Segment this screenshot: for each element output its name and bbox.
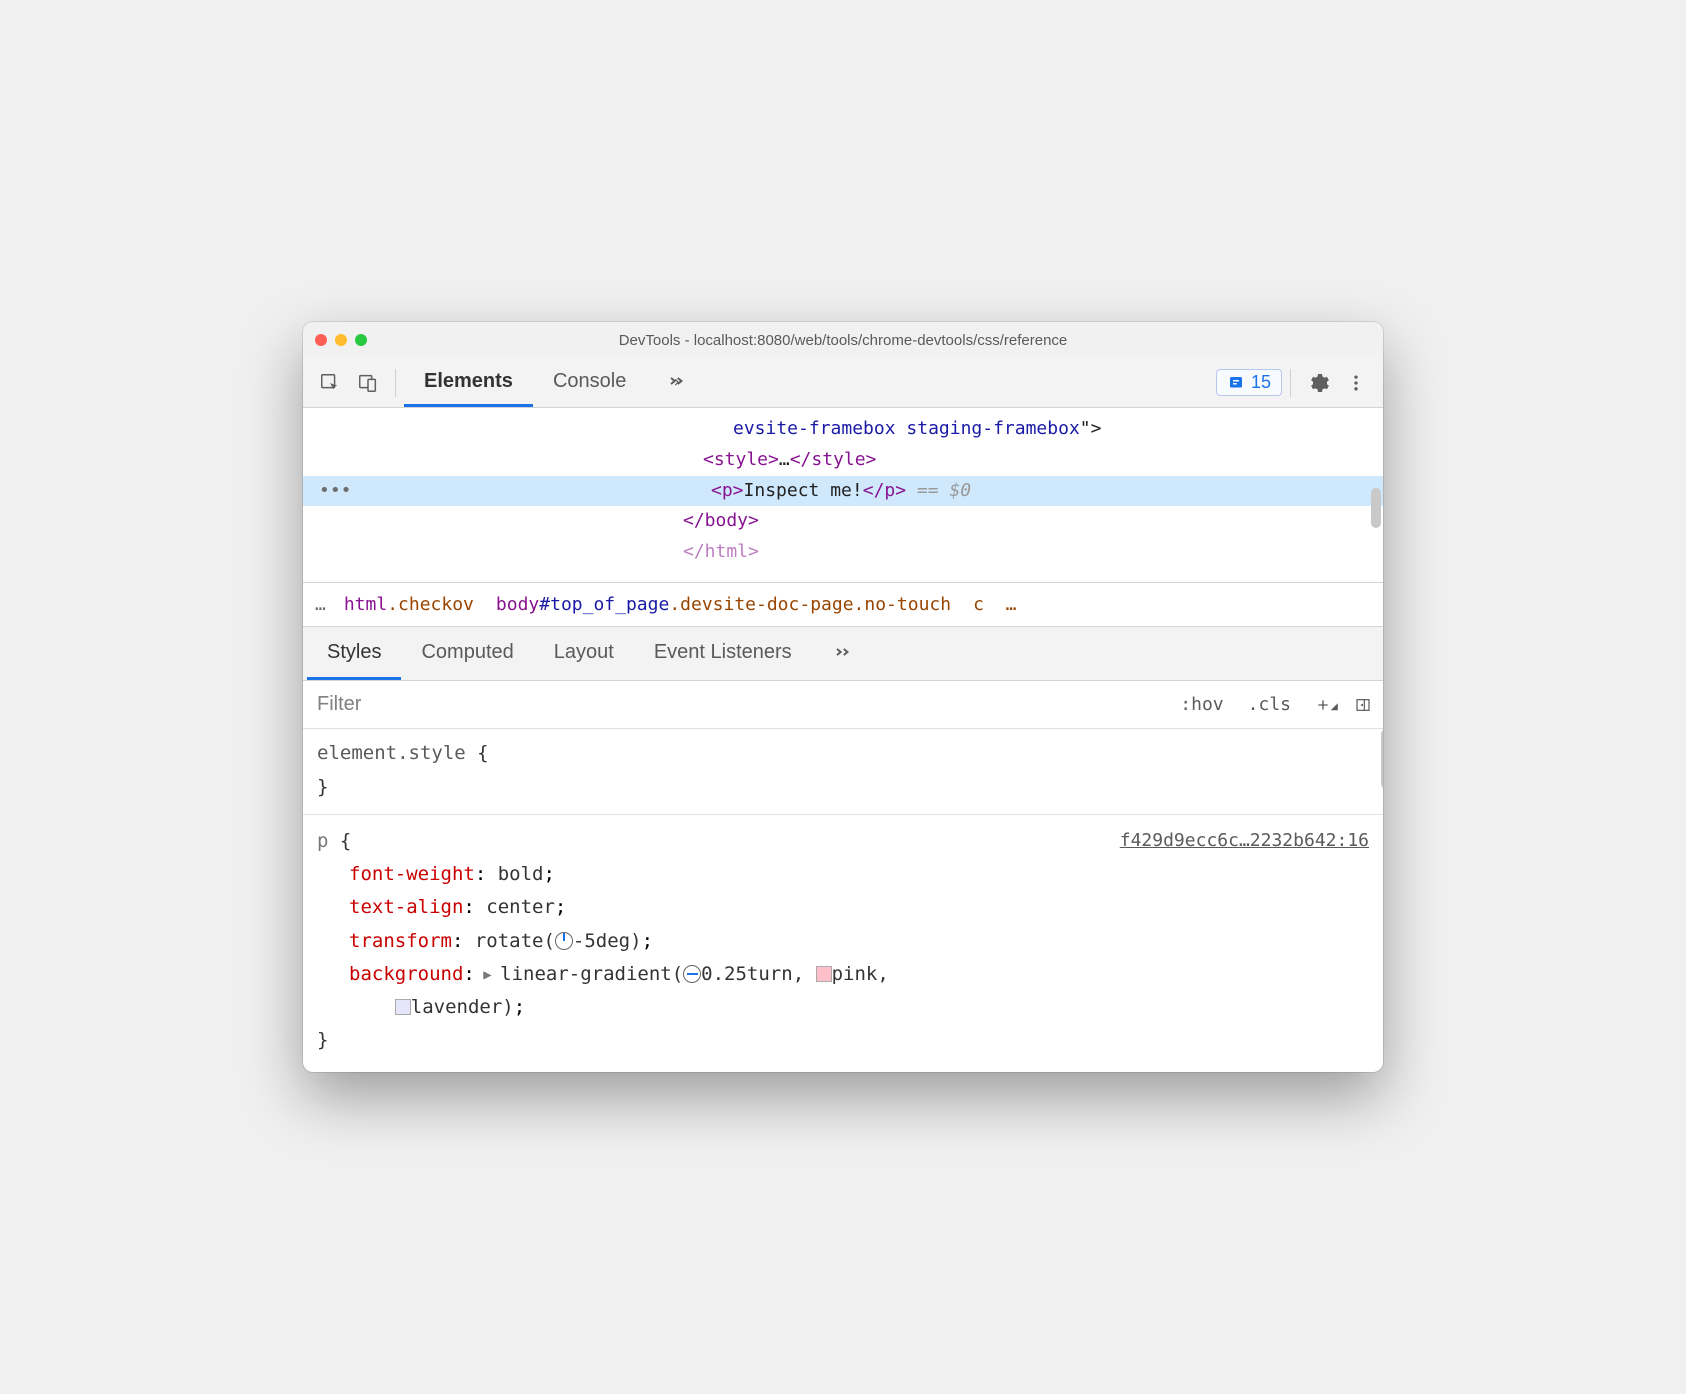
angle-swatch-icon[interactable] xyxy=(683,965,701,983)
styles-filter-input[interactable] xyxy=(303,681,1168,728)
subtab-event-listeners[interactable]: Event Listeners xyxy=(634,627,812,680)
scrollbar-thumb[interactable] xyxy=(1371,488,1381,528)
styles-pane: element.style { } f429d9ecc6c…2232b642:1… xyxy=(303,729,1383,1071)
declaration[interactable]: font-weight: bold; xyxy=(317,858,1369,891)
scrollbar-thumb[interactable] xyxy=(1381,729,1383,789)
subtab-styles[interactable]: Styles xyxy=(307,627,401,680)
color-swatch-icon[interactable] xyxy=(816,966,832,982)
dom-line[interactable]: </body> xyxy=(303,506,1383,537)
dom-tree-panel[interactable]: evsite-framebox staging-framebox"> <styl… xyxy=(303,408,1383,583)
style-rule[interactable]: f429d9ecc6c…2232b642:16 p { font-weight:… xyxy=(317,825,1369,1058)
styles-filter-row: :hov .cls xyxy=(303,681,1383,729)
hov-toggle[interactable]: :hov xyxy=(1168,694,1235,715)
issues-badge[interactable]: 15 xyxy=(1216,369,1282,396)
dom-line-selected[interactable]: •••<p>Inspect me!</p> == $0 xyxy=(303,476,1383,507)
subtab-overflow[interactable] xyxy=(812,627,874,680)
issues-count: 15 xyxy=(1251,372,1271,393)
expand-ellipsis-icon[interactable]: ••• xyxy=(303,476,355,507)
cls-toggle[interactable]: .cls xyxy=(1236,694,1303,715)
dom-line[interactable]: <style>…</style> xyxy=(303,445,1383,476)
maximize-window-button[interactable] xyxy=(355,334,367,346)
new-style-rule-icon[interactable] xyxy=(1303,695,1343,715)
dom-breadcrumb: … html.checkov body#top_of_page.devsite-… xyxy=(303,583,1383,627)
subtab-computed[interactable]: Computed xyxy=(401,627,533,680)
style-rule-inline[interactable]: element.style { } xyxy=(317,737,1369,804)
angle-swatch-icon[interactable] xyxy=(555,932,573,950)
toolbar-divider xyxy=(395,369,396,397)
traffic-lights xyxy=(315,334,367,346)
breadcrumb-overflow-right[interactable]: c … xyxy=(973,594,1016,615)
breadcrumb-overflow-left[interactable]: … xyxy=(315,594,326,615)
expand-arrow-icon[interactable]: ▶ xyxy=(475,967,500,983)
toolbar-divider xyxy=(1290,369,1291,397)
tab-console[interactable]: Console xyxy=(533,358,646,407)
dom-line[interactable]: </html> xyxy=(303,537,1383,568)
declaration[interactable]: text-align: center; xyxy=(317,891,1369,924)
devtools-window: DevTools - localhost:8080/web/tools/chro… xyxy=(303,322,1383,1071)
subtab-layout[interactable]: Layout xyxy=(534,627,634,680)
window-title: DevTools - localhost:8080/web/tools/chro… xyxy=(303,332,1383,349)
device-toggle-icon[interactable] xyxy=(349,364,387,402)
styles-subtabs: Styles Computed Layout Event Listeners xyxy=(303,627,1383,681)
breadcrumb-item-body[interactable]: body#top_of_page.devsite-doc-page.no-tou… xyxy=(496,594,951,615)
tab-overflow[interactable] xyxy=(646,358,708,407)
rule-source-link[interactable]: f429d9ecc6c…2232b642:16 xyxy=(1120,825,1369,857)
computed-styles-sidebar-icon[interactable] xyxy=(1343,695,1383,715)
close-window-button[interactable] xyxy=(315,334,327,346)
declaration[interactable]: background: ▶ linear-gradient(0.25turn, … xyxy=(317,958,1369,1025)
declaration[interactable]: transform: rotate(-5deg); xyxy=(317,925,1369,958)
breadcrumb-item-html[interactable]: html.checkov xyxy=(344,594,474,615)
minimize-window-button[interactable] xyxy=(335,334,347,346)
window-titlebar: DevTools - localhost:8080/web/tools/chro… xyxy=(303,322,1383,358)
rule-separator xyxy=(303,814,1383,815)
more-menu-icon[interactable] xyxy=(1337,364,1375,402)
dom-line[interactable]: evsite-framebox staging-framebox"> xyxy=(303,414,1383,445)
tab-elements[interactable]: Elements xyxy=(404,358,533,407)
panel-tabs: Elements Console xyxy=(404,358,708,407)
color-swatch-icon[interactable] xyxy=(395,999,411,1015)
settings-gear-icon[interactable] xyxy=(1299,364,1337,402)
inspect-element-icon[interactable] xyxy=(311,364,349,402)
main-toolbar: Elements Console 15 xyxy=(303,358,1383,408)
